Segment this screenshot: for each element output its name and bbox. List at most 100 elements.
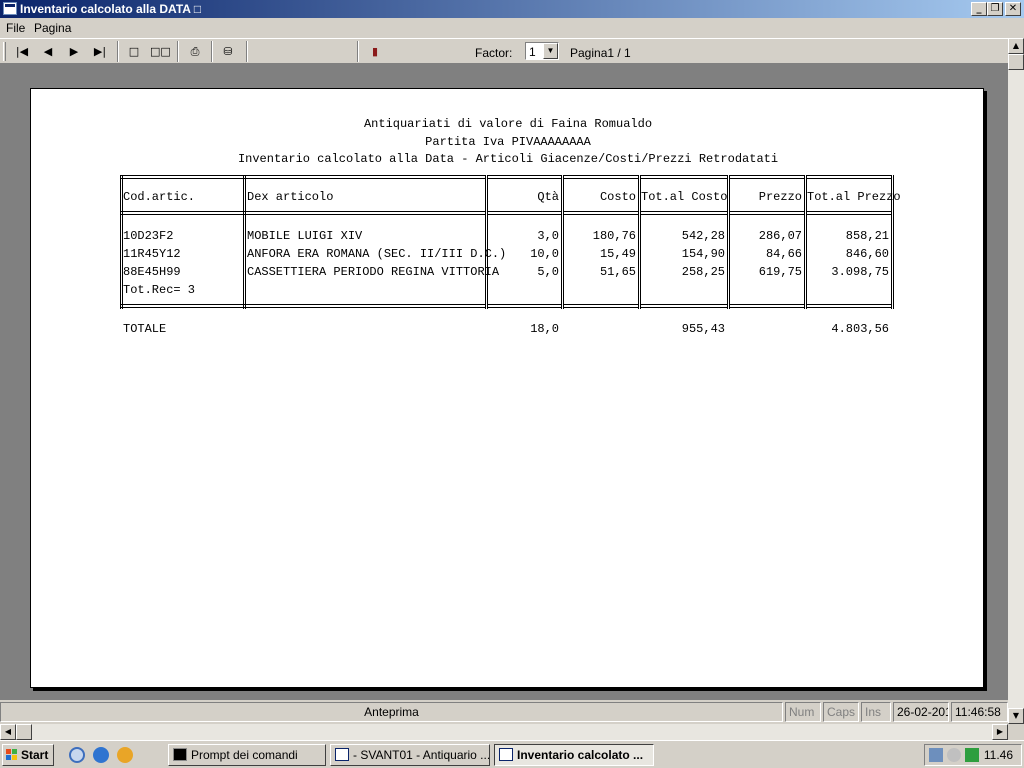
taskbar: Start Prompt dei comandi - SVANT01 - Ant… [0, 740, 1024, 768]
row-3-description: CASSETTIERA PERIODO REGINA VITTORIA [247, 265, 500, 279]
status-ins: Ins [861, 702, 891, 722]
window-app-icon [499, 748, 513, 761]
task-label: Prompt dei comandi [191, 748, 298, 762]
page-indicator: Pagina1 / 1 [570, 46, 631, 60]
scroll-down-icon[interactable]: ▼ [1008, 708, 1024, 724]
minimize-button[interactable]: _ [971, 2, 987, 16]
status-caps: Caps [823, 702, 859, 722]
last-page-icon[interactable]: ▶| [90, 42, 110, 61]
system-tray: 11.46 [924, 744, 1022, 766]
row-1-qty: 3,0 [537, 229, 559, 243]
table-rule [246, 304, 486, 308]
dropdown-arrow-icon[interactable]: ▼ [543, 43, 558, 59]
start-button[interactable]: Start [2, 744, 54, 766]
window-title: Inventario calcolato alla DATA □ [20, 2, 202, 16]
totals-label: TOTALE [123, 322, 167, 336]
row-1-code: 10D23F2 [123, 229, 174, 243]
printer-icon[interactable]: ⎙ [185, 42, 205, 61]
report-vat: Partita Iva PIVAAAAAAAA [425, 135, 591, 149]
table-rule [730, 175, 804, 179]
toolbar-separator [246, 41, 248, 62]
task-command-prompt[interactable]: Prompt dei comandi [168, 744, 326, 766]
toolbar-separator [117, 41, 119, 62]
row-3-cost: 51,65 [599, 265, 636, 279]
next-page-icon[interactable]: ▶ [64, 42, 84, 61]
restore-button[interactable]: ❐ [987, 2, 1003, 16]
table-rule [487, 175, 561, 179]
table-rule [807, 304, 892, 308]
menu-file[interactable]: File [6, 21, 25, 35]
start-label: Start [21, 748, 49, 762]
table-rule [487, 304, 561, 308]
title-bar[interactable]: Inventario calcolato alla DATA □ _ ❐ ✕ [0, 0, 1024, 18]
table-rule [641, 304, 727, 308]
row-1-price: 286,07 [758, 229, 802, 243]
single-page-icon[interactable]: □ [124, 42, 144, 61]
toolbar-separator [357, 41, 359, 62]
table-rule [121, 175, 245, 179]
row-3-total-cost: 258,25 [681, 265, 725, 279]
scroll-left-icon[interactable]: ◀ [0, 724, 16, 740]
clock: 11.46 [983, 748, 1013, 762]
table-rule [246, 175, 486, 179]
row-3-total-price: 3.098,75 [831, 265, 889, 279]
table-rule [564, 211, 638, 215]
table-rule [121, 304, 245, 308]
menu-pagina[interactable]: Pagina [34, 21, 71, 35]
media-player-icon[interactable] [117, 747, 133, 763]
exit-door-icon[interactable]: ▮ [365, 42, 385, 61]
row-2-total-cost: 154,90 [681, 247, 725, 261]
print-preview-area[interactable]: Antiquariati di valore di Faina Romualdo… [0, 64, 1008, 700]
table-rule [246, 211, 486, 215]
first-page-icon[interactable]: |◀ [12, 42, 32, 61]
task-label: - SVANT01 - Antiquario ... [353, 748, 490, 762]
totals-total-price: 4.803,56 [831, 322, 889, 336]
task-label: Inventario calcolato ... [517, 748, 644, 762]
update-icon[interactable] [965, 748, 979, 762]
row-3-price: 619,75 [758, 265, 802, 279]
close-button[interactable]: ✕ [1005, 2, 1021, 16]
vertical-scrollbar[interactable]: ▲ ▼ [1008, 38, 1024, 724]
column-header-code: Cod.artic. [123, 190, 196, 204]
window-icon[interactable] [3, 2, 17, 15]
task-inventario[interactable]: Inventario calcolato ... [494, 744, 654, 766]
status-mode: Anteprima [0, 702, 783, 722]
column-header-description: Dex articolo [247, 190, 334, 204]
table-rule [730, 211, 804, 215]
scroll-up-icon[interactable]: ▲ [1008, 38, 1024, 54]
column-header-price: Prezzo [758, 190, 802, 204]
export-icon[interactable]: ⛁ [218, 42, 238, 61]
security-icon[interactable] [947, 748, 961, 762]
windows-logo-icon [6, 749, 18, 761]
table-rule [641, 211, 727, 215]
row-1-description: MOBILE LUIGI XIV [247, 229, 363, 243]
totals-qty: 18,0 [530, 322, 559, 336]
previous-page-icon[interactable]: ◀ [38, 42, 58, 61]
two-pages-icon[interactable]: □□ [150, 42, 171, 61]
horizontal-scrollbar[interactable]: ◀ ▶ [0, 724, 1008, 740]
row-2-qty: 10,0 [530, 247, 559, 261]
row-2-total-price: 846,60 [845, 247, 889, 261]
row-2-price: 84,66 [765, 247, 802, 261]
network-icon[interactable] [929, 748, 943, 762]
report-company: Antiquariati di valore di Faina Romualdo [363, 117, 653, 131]
scroll-right-icon[interactable]: ▶ [992, 724, 1008, 740]
row-3-code: 88E45H99 [123, 265, 181, 279]
column-header-cost: Costo [599, 190, 636, 204]
table-rule [487, 211, 561, 215]
table-column-line [243, 175, 246, 309]
internet-explorer-icon[interactable] [93, 747, 109, 763]
status-num: Num [785, 702, 821, 722]
table-rule [564, 175, 638, 179]
task-svant01[interactable]: - SVANT01 - Antiquario ... [330, 744, 490, 766]
vertical-scroll-thumb[interactable] [1008, 54, 1024, 70]
horizontal-scroll-thumb[interactable] [16, 724, 32, 740]
show-desktop-icon[interactable] [69, 747, 85, 763]
table-rule [730, 304, 804, 308]
row-1-total-cost: 542,28 [681, 229, 725, 243]
table-rule [121, 211, 245, 215]
row-1-cost: 180,76 [592, 229, 636, 243]
factor-select[interactable]: 1 ▼ [525, 42, 559, 60]
scrollbar-corner [1008, 724, 1024, 740]
toolbar-grip[interactable] [3, 42, 6, 61]
